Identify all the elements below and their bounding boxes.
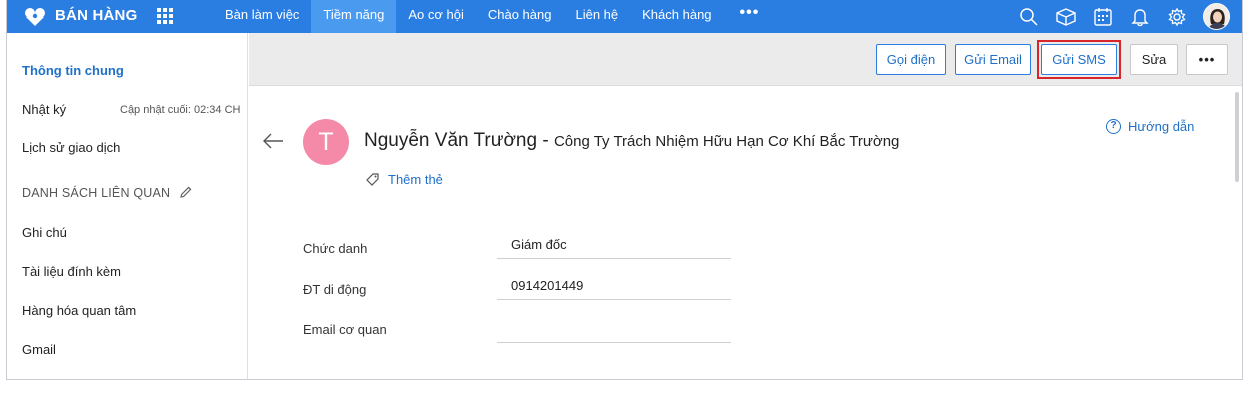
edit-button[interactable]: Sửa [1130, 44, 1178, 75]
user-avatar[interactable] [1203, 3, 1230, 30]
app-title: BÁN HÀNG [55, 7, 138, 24]
contact-name: Nguyễn Văn Trường [364, 130, 538, 151]
nav-item-desk[interactable]: Bàn làm việc [213, 0, 311, 33]
app-logo-icon[interactable] [24, 7, 46, 27]
field-value-mobile[interactable]: 0914201449 [497, 278, 731, 300]
send-sms-button[interactable]: Gửi SMS [1041, 44, 1117, 75]
field-value-work-email[interactable] [497, 321, 731, 343]
sidebar-item-attachments[interactable]: Tài liệu đính kèm [22, 264, 121, 279]
nav-item-leads[interactable]: Tiềm năng [311, 0, 397, 33]
field-value-job-title[interactable]: Giám đốc [497, 237, 731, 259]
settings-icon[interactable] [1165, 5, 1189, 29]
app-grid-icon[interactable] [157, 8, 173, 24]
sidebar-item-notes[interactable]: Ghi chú [22, 225, 67, 240]
sidebar-item-general-info[interactable]: Thông tin chung [22, 63, 124, 78]
field-label-mobile: ĐT di động [303, 282, 367, 297]
call-button[interactable]: Gọi điện [876, 44, 946, 75]
related-list-heading: DANH SÁCH LIÊN QUAN [22, 186, 171, 200]
field-label-work-email: Email cơ quan [303, 322, 387, 337]
more-actions-button[interactable]: ••• [1186, 44, 1228, 75]
help-question-icon: ? [1106, 119, 1121, 134]
contact-avatar: T [303, 119, 349, 165]
sidebar-item-log[interactable]: Nhật ký [22, 102, 66, 117]
app-window: BÁN HÀNG Bàn làm việc Tiềm năng Ao cơ hộ… [6, 0, 1243, 380]
back-arrow-icon[interactable] [262, 131, 284, 151]
last-update-text: Cập nhật cuối: 02:34 CH [120, 104, 241, 116]
contact-company: Công Ty Trách Nhiệm Hữu Hạn Cơ Khí Bắc T… [553, 133, 900, 150]
top-navigation-bar: BÁN HÀNG Bàn làm việc Tiềm năng Ao cơ hộ… [7, 0, 1242, 33]
sidebar-item-products-of-interest[interactable]: Hàng hóa quan tâm [22, 303, 136, 318]
add-tag-row[interactable]: Thêm thẻ [365, 172, 443, 187]
nav-item-quotes[interactable]: Chào hàng [476, 0, 564, 33]
help-link[interactable]: ? Hướng dẫn [1106, 119, 1194, 134]
search-icon[interactable] [1017, 5, 1041, 29]
bell-icon[interactable] [1128, 5, 1152, 29]
send-email-button[interactable]: Gửi Email [955, 44, 1031, 75]
sidebar-item-transaction-history[interactable]: Lịch sử giao dịch [22, 140, 120, 155]
field-label-job-title: Chức danh [303, 241, 368, 256]
nav-item-opportunity-pool[interactable]: Ao cơ hội [396, 0, 476, 33]
nav-more-button[interactable]: ••• [724, 0, 776, 33]
top-icon-group [1017, 0, 1230, 33]
sidebar-item-gmail[interactable]: Gmail [22, 342, 56, 357]
tag-icon [366, 173, 379, 186]
contact-heading: Nguyễn Văn Trường - Công Ty Trách Nhiệm … [364, 130, 899, 152]
calendar-icon[interactable] [1091, 5, 1115, 29]
help-link-label[interactable]: Hướng dẫn [1128, 119, 1194, 134]
record-sidebar: Thông tin chung Nhật ký Cập nhật cuối: 0… [7, 33, 248, 379]
add-tag-link[interactable]: Thêm thẻ [388, 172, 443, 187]
nav-item-contacts[interactable]: Liên hệ [563, 0, 630, 33]
action-toolbar: Gọi điện Gửi Email Gửi SMS Sửa ••• [249, 33, 1242, 86]
nav-item-customers[interactable]: Khách hàng [630, 0, 723, 33]
cube-icon[interactable] [1054, 5, 1078, 29]
name-separator: - [537, 130, 554, 151]
edit-pencil-icon[interactable] [179, 185, 193, 199]
content-scrollbar[interactable] [1235, 92, 1239, 182]
main-nav: Bàn làm việc Tiềm năng Ao cơ hội Chào hà… [213, 0, 775, 33]
